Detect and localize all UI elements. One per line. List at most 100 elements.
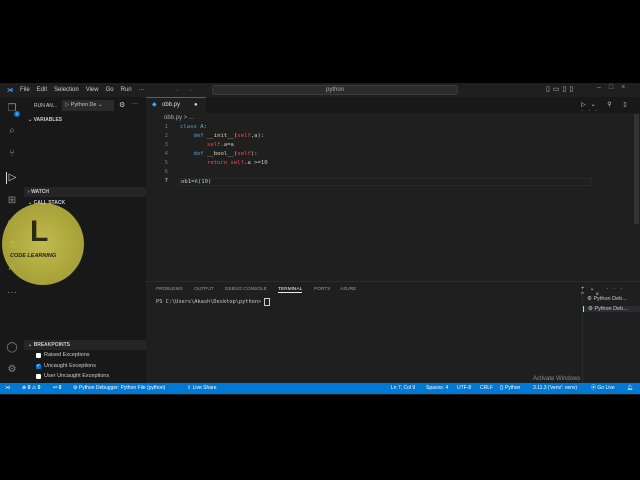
menu-selection[interactable]: Selection <box>54 87 79 93</box>
notifications-bell-icon[interactable]: 🔔︎ <box>627 383 633 394</box>
tab-debug-console[interactable]: DEBUG CONSOLE <box>225 287 267 292</box>
tab-problems[interactable]: PROBLEMS <box>156 287 183 292</box>
logo-text: CODE LEARNING <box>10 253 57 259</box>
terminal-item[interactable]: ⚙ Python Deb... <box>583 306 640 312</box>
watch-header: WATCH <box>31 189 50 195</box>
logo-letter: L <box>30 215 49 248</box>
code-line-4[interactable]: def __bool__(self): <box>180 151 257 158</box>
tab-ports[interactable]: PORTS <box>314 287 330 292</box>
window-controls[interactable]: –□× <box>597 84 633 91</box>
code-learning-logo: L CODE LEARNING <box>2 203 84 285</box>
menu-file[interactable]: File <box>20 87 30 93</box>
encoding[interactable]: UTF-8 <box>457 383 471 394</box>
breakpoints-section[interactable]: ⌄ BREAKPOINTS <box>24 340 146 350</box>
menu-run[interactable]: Run <box>121 87 132 93</box>
line-number: 4 <box>164 151 168 157</box>
start-debug-icon[interactable]: ▷ <box>65 102 69 108</box>
extensions-icon[interactable]: ⊞ <box>6 195 18 207</box>
source-control-icon[interactable]: ⑂ <box>6 148 18 160</box>
editor-actions[interactable]: ▷⌄ ⚲ ▯ ··· <box>581 101 640 114</box>
terminal-label: Python Deb... <box>594 306 628 312</box>
forward-arrow-icon[interactable]: → <box>188 87 194 93</box>
terminal-list: ⚙ Python Deb... ⚙ Python Deb... <box>582 294 640 384</box>
language-mode[interactable]: {} Python <box>500 383 520 394</box>
editor-scrollbar[interactable] <box>634 114 639 224</box>
watch-section[interactable]: › WATCH <box>24 187 146 197</box>
debug-config-select[interactable]: ▷ Python De ⌄ <box>62 100 114 111</box>
layout-toggle-icons[interactable]: ▯▭▯▯ <box>546 85 576 93</box>
raised-exceptions-label: Raised Exceptions <box>44 352 90 358</box>
breadcrumb[interactable]: obb.py > ... <box>164 114 194 122</box>
breakpoints-header: BREAKPOINTS <box>33 342 70 348</box>
command-center-search[interactable]: python <box>212 85 458 95</box>
activate-windows-watermark: Activate Windows <box>533 376 581 382</box>
account-icon[interactable]: ◯ <box>6 342 18 354</box>
debug-config-label: Python De <box>70 102 97 108</box>
debug-settings-gear-icon[interactable]: ⚙ <box>119 101 125 109</box>
editor-area: ◆ obb.py ● ▷⌄ ⚲ ▯ ··· obb.py > ... 1 class … <box>146 97 640 281</box>
terminal-prompt[interactable]: PS C:\Users\Akash\Desktop\python> <box>156 298 270 306</box>
variables-header: VARIABLES <box>33 117 63 123</box>
run-and-debug-title: RUN AN... <box>34 103 58 109</box>
line-number: 2 <box>164 133 168 139</box>
back-arrow-icon[interactable]: ← <box>175 87 181 93</box>
run-debug-icon[interactable]: ▷ <box>6 172 18 184</box>
bottom-panel: PROBLEMS OUTPUT DEBUG CONSOLE TERMINAL P… <box>146 281 640 384</box>
tab-output[interactable]: OUTPUT <box>194 287 214 292</box>
code-line-1[interactable]: class A: <box>180 124 207 131</box>
tab-obb-py[interactable]: ◆ obb.py ● <box>146 97 206 113</box>
editor-tab-bar <box>146 97 640 113</box>
unsaved-dot-icon[interactable]: ● <box>194 98 198 113</box>
terminal-label: Python Deb... <box>593 296 627 302</box>
line-number: 1 <box>164 124 168 130</box>
live-share-status[interactable]: ⇪ Live Share <box>187 383 217 394</box>
code-line-7[interactable]: ob1=A(10) <box>180 178 592 186</box>
uncaught-exceptions-checkbox[interactable]: ✓ <box>36 364 41 369</box>
cursor-position[interactable]: Ln 7, Col 9 <box>391 383 415 394</box>
menu-view[interactable]: View <box>86 87 99 93</box>
python-interpreter[interactable]: 3.11.3 ('venv': venv) <box>533 383 577 394</box>
menu-more[interactable]: ··· <box>139 87 145 93</box>
problems-status[interactable]: ⊗ 0 ⚠ 0 <box>22 383 40 394</box>
ports-status[interactable]: ⚯ 0 <box>53 383 61 394</box>
go-live-label: Go Live <box>597 385 615 391</box>
status-bar: ⋊ ⊗ 0 ⚠ 0 ⚯ 0 ⚙ Python Debugger: Python … <box>0 376 640 394</box>
python-file-icon: ◆ <box>152 102 157 108</box>
more-icon[interactable]: ··· <box>6 287 18 299</box>
terminal-cursor <box>264 298 270 306</box>
code-editor[interactable]: 1 class A: 2 def __init__(self,a): 3 self… <box>146 124 626 194</box>
user-uncaught-exceptions-label: User Uncaught Exceptions <box>44 373 110 379</box>
remote-icon[interactable]: ⋊ <box>5 383 10 394</box>
code-line-3[interactable]: self.a=a <box>180 142 234 149</box>
line-number: 3 <box>164 142 168 148</box>
ports-count: 0 <box>58 385 62 391</box>
terminal-item[interactable]: ⚙ Python Deb... <box>587 296 627 302</box>
more-actions-icon[interactable]: ··· <box>132 101 138 107</box>
tab-label: obb.py <box>162 102 181 108</box>
menu-go[interactable]: Go <box>106 87 114 93</box>
menu-edit[interactable]: Edit <box>37 87 47 93</box>
error-count: 0 <box>27 385 31 391</box>
explorer-badge: 1 <box>14 111 20 117</box>
line-number: 5 <box>164 160 168 166</box>
language-label: Python <box>504 385 521 391</box>
variables-section[interactable]: ⌄ VARIABLES <box>24 115 146 125</box>
go-live-button[interactable]: ⦿ Go Live <box>591 383 615 394</box>
tab-terminal[interactable]: TERMINAL <box>278 287 303 293</box>
call-stack-header: CALL STACK <box>33 200 66 206</box>
vscode-logo-icon: ⋊ <box>7 87 13 94</box>
line-ending[interactable]: CRLF <box>480 383 493 394</box>
vscode-window: ⋊ File Edit Selection View Go Run ··· ← … <box>0 83 640 395</box>
code-line-5[interactable]: return self.a >=10 <box>180 160 268 167</box>
settings-gear-icon[interactable]: ⚙ <box>6 364 18 376</box>
user-uncaught-exceptions-checkbox[interactable] <box>36 374 41 379</box>
warning-count: 0 <box>37 385 41 391</box>
tab-azure[interactable]: AZURE <box>340 287 356 292</box>
call-stack-section[interactable]: ⌄ CALL STACK <box>24 198 146 208</box>
debugger-status[interactable]: ⚙ Python Debugger: Python File (python) <box>73 383 165 394</box>
raised-exceptions-checkbox[interactable] <box>36 353 41 358</box>
code-line-2[interactable]: def __init__(self,a): <box>180 133 264 140</box>
live-share-label: Live Share <box>192 385 217 391</box>
search-icon[interactable]: ⌕ <box>6 125 18 137</box>
indentation[interactable]: Spaces: 4 <box>426 383 448 394</box>
